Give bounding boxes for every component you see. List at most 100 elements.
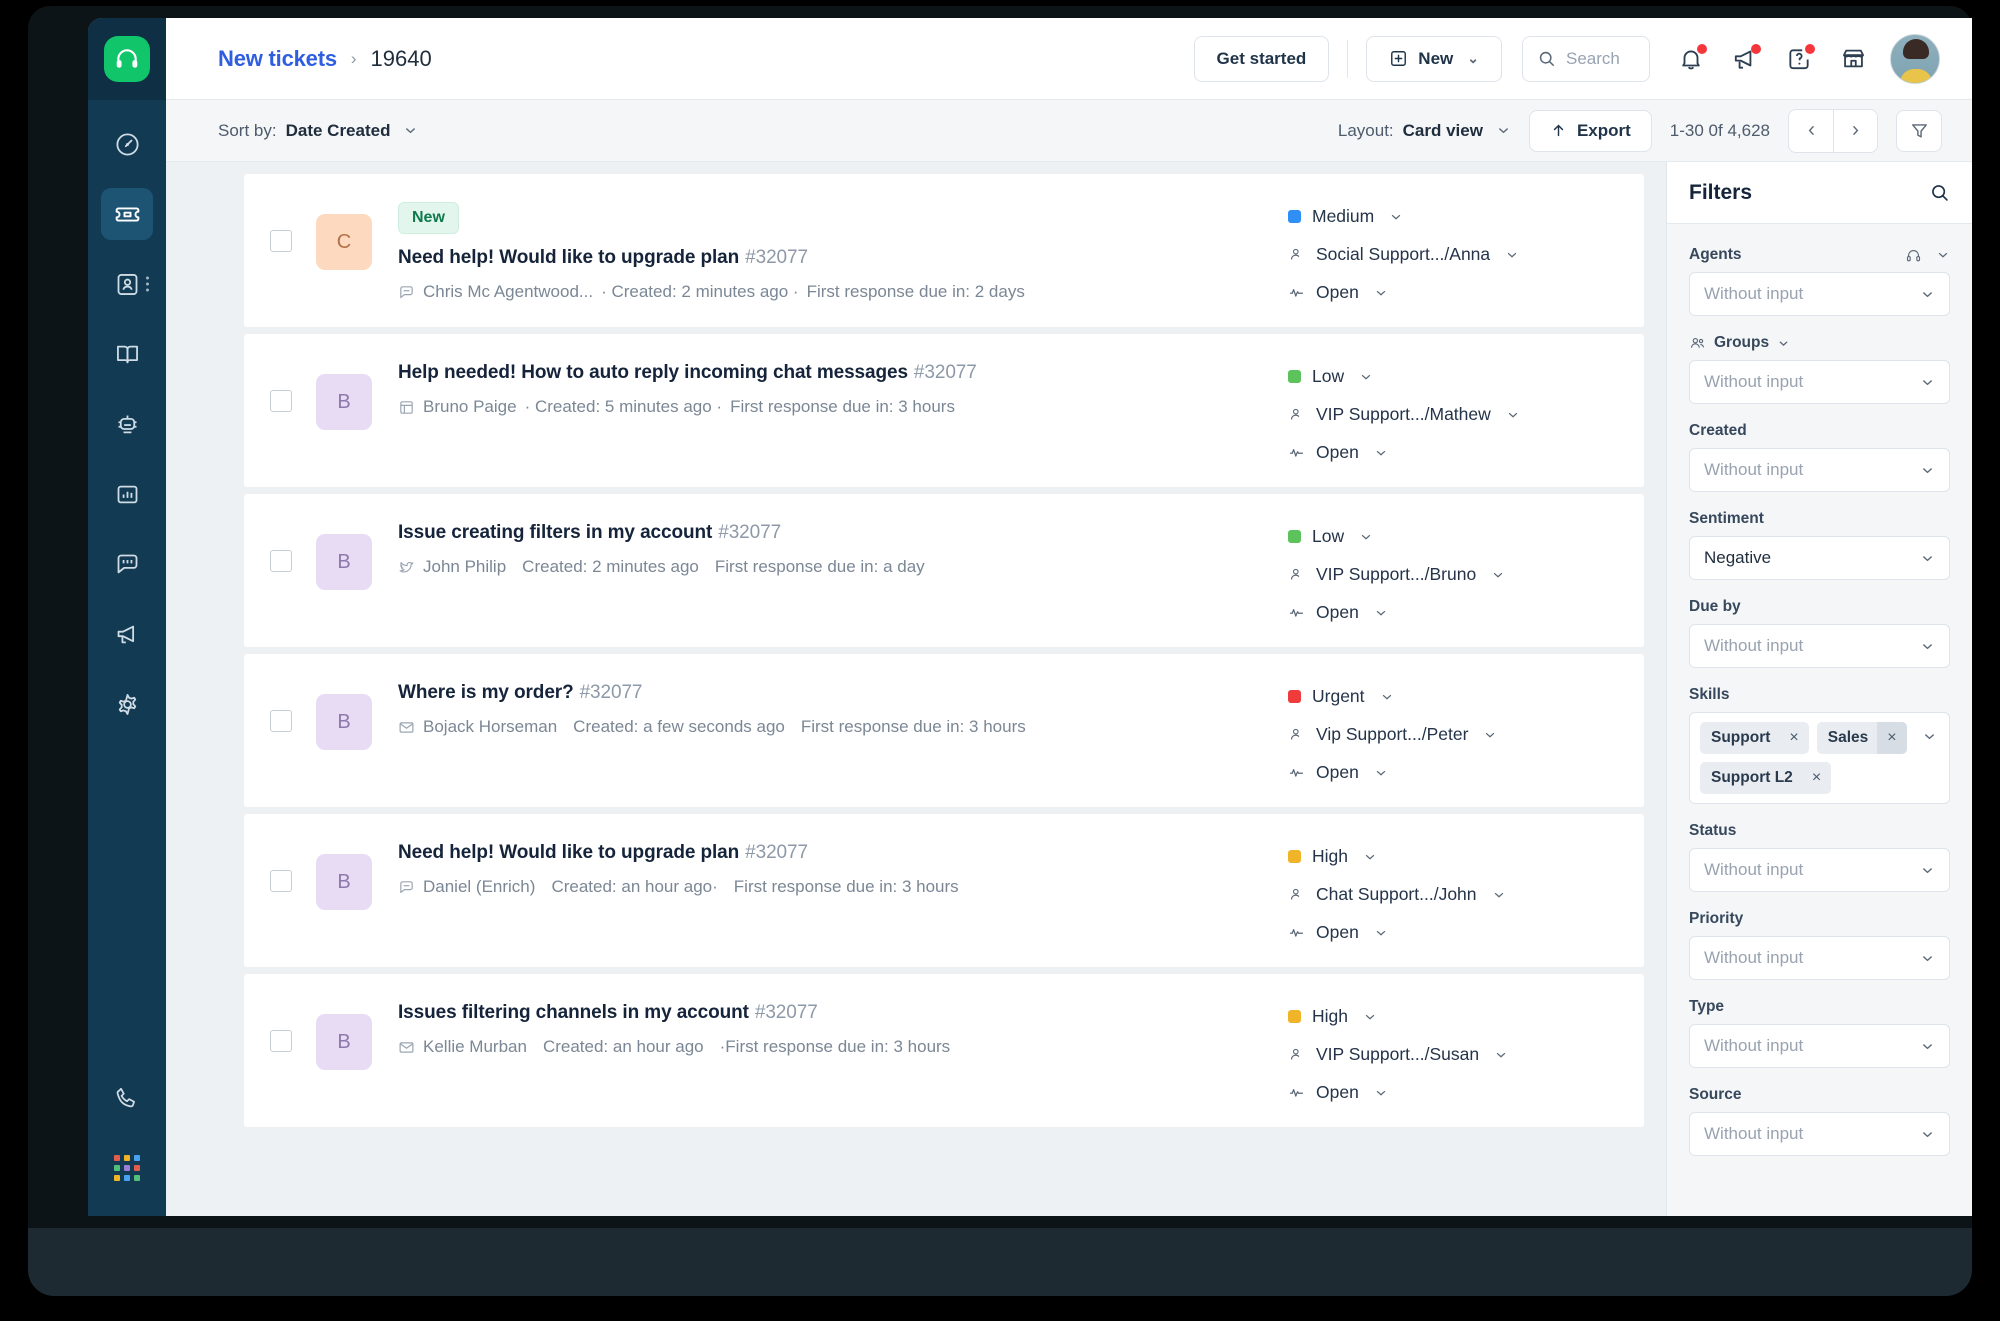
chevron-down-icon <box>1505 248 1519 262</box>
sidebar-item-settings[interactable] <box>101 678 153 730</box>
prev-page-button[interactable] <box>1789 110 1833 152</box>
ticket-checkbox[interactable] <box>270 390 292 412</box>
search-icon[interactable] <box>1929 182 1950 203</box>
priority-select[interactable]: Without input <box>1689 936 1950 980</box>
ticket-checkbox[interactable] <box>270 230 292 252</box>
priority-dropdown[interactable]: High <box>1288 846 1618 867</box>
sidebar-item-chat[interactable] <box>101 538 153 590</box>
breadcrumb-parent-link[interactable]: New tickets <box>218 46 337 72</box>
priority-dropdown[interactable]: High <box>1288 1006 1618 1027</box>
status-badge: New <box>398 202 459 234</box>
ticket-card[interactable]: B Where is my order? #32077 Bojack Horsem… <box>244 654 1644 807</box>
ticket-checkbox[interactable] <box>270 1030 292 1052</box>
sidebar-item-knowledge-base[interactable] <box>101 328 153 380</box>
sidebar-item-dashboard[interactable] <box>101 118 153 170</box>
sidebar-item-contacts[interactable] <box>101 258 153 310</box>
export-button[interactable]: Export <box>1528 109 1652 152</box>
ticket-checkbox[interactable] <box>270 550 292 572</box>
new-button[interactable]: New ⌄ <box>1366 35 1502 82</box>
ticket-subject[interactable]: Help needed! How to auto reply incoming … <box>398 362 1288 384</box>
status-dropdown[interactable]: Open <box>1288 442 1618 463</box>
status-select[interactable]: Without input <box>1689 848 1950 892</box>
chevron-down-icon[interactable] <box>1936 248 1950 262</box>
twitter-bird-icon <box>398 559 415 576</box>
created-select[interactable]: Without input <box>1689 448 1950 492</box>
assignee-dropdown[interactable]: VIP Support.../Susan <box>1288 1044 1618 1065</box>
search-placeholder: Search <box>1566 48 1620 68</box>
assignee-dropdown[interactable]: Vip Support.../Peter <box>1288 724 1618 745</box>
sort-by-dropdown[interactable]: Sort by: Date Created <box>218 121 418 141</box>
ticket-checkbox[interactable] <box>270 710 292 732</box>
list-toolbar: Sort by: Date Created Layout: Card view <box>166 100 1972 162</box>
skill-chip[interactable]: Support L2 × <box>1700 762 1832 794</box>
ticket-card[interactable]: B Need help! Would like to upgrade plan #… <box>244 814 1644 967</box>
sidebar-item-analytics[interactable] <box>101 468 153 520</box>
filter-group-status: Status Without input <box>1689 822 1950 892</box>
close-icon[interactable]: × <box>1779 722 1808 754</box>
groups-select[interactable]: Without input <box>1689 360 1950 404</box>
ticket-card[interactable]: B Issues filtering channels in my accoun… <box>244 974 1644 1127</box>
close-icon[interactable]: × <box>1877 722 1907 754</box>
ticket-subject[interactable]: Issues filtering channels in my account #… <box>398 1002 1288 1024</box>
status-dropdown[interactable]: Open <box>1288 922 1618 943</box>
ticket-checkbox[interactable] <box>270 870 292 892</box>
ticket-subject[interactable]: Issue creating filters in my account #320… <box>398 522 1288 544</box>
priority-dropdown[interactable]: Medium <box>1288 206 1618 227</box>
chevron-down-icon[interactable] <box>1777 337 1790 350</box>
assignee-dropdown[interactable]: VIP Support.../Bruno <box>1288 564 1618 585</box>
assignee-dropdown[interactable]: Chat Support.../John <box>1288 884 1618 905</box>
filter-label-status: Status <box>1689 822 1950 840</box>
headset-icon[interactable] <box>104 36 150 82</box>
sidebar-item-automations[interactable] <box>101 398 153 450</box>
sidebar-item-campaigns[interactable] <box>101 608 153 660</box>
sidebar-more-dots-icon[interactable] <box>146 276 149 292</box>
assignee-value: VIP Support.../Susan <box>1316 1044 1480 1064</box>
sidebar-item-phone[interactable] <box>101 1072 153 1124</box>
status-dropdown[interactable]: Open <box>1288 762 1618 783</box>
ticket-card[interactable]: B Help needed! How to auto reply incomin… <box>244 334 1644 487</box>
search-input[interactable]: Search <box>1522 35 1650 82</box>
sidebar-item-tickets[interactable] <box>101 188 153 240</box>
ticket-card[interactable]: B Issue creating filters in my account #3… <box>244 494 1644 647</box>
priority-dropdown[interactable]: Low <box>1288 366 1618 387</box>
status-value: Open <box>1316 762 1359 782</box>
assignee-value: VIP Support.../Bruno <box>1316 564 1477 584</box>
close-icon[interactable]: × <box>1802 762 1831 794</box>
status-dropdown[interactable]: Open <box>1288 282 1618 303</box>
get-started-button[interactable]: Get started <box>1193 35 1330 82</box>
status-dropdown[interactable]: Open <box>1288 602 1618 623</box>
funnel-icon[interactable] <box>1896 109 1942 152</box>
chevron-down-icon <box>1920 639 1935 654</box>
ticket-subject[interactable]: Need help! Would like to upgrade plan #32… <box>398 842 1288 864</box>
marketplace-store-icon[interactable] <box>1826 35 1880 83</box>
sidebar-item-apps[interactable] <box>101 1142 153 1194</box>
ticket-list[interactable]: C New Need help! Would like to upgrade p… <box>166 162 1666 1216</box>
assignee-dropdown[interactable]: Social Support.../Anna <box>1288 244 1618 265</box>
chevron-down-icon <box>1374 1086 1388 1100</box>
skills-multiselect[interactable]: Support × Sales × Support L2 × <box>1689 712 1950 804</box>
help-question-icon[interactable] <box>1772 35 1826 83</box>
layout-dropdown[interactable]: Layout: Card view <box>1338 121 1511 141</box>
chevron-down-icon <box>1920 1127 1935 1142</box>
assignee-dropdown[interactable]: VIP Support.../Mathew <box>1288 404 1618 425</box>
notifications-bell-icon[interactable] <box>1664 35 1718 83</box>
filter-group-agents: Agents Without input <box>1689 246 1950 316</box>
status-dropdown[interactable]: Open <box>1288 1082 1618 1103</box>
priority-dropdown[interactable]: Low <box>1288 526 1618 547</box>
ticket-subject[interactable]: Where is my order? #32077 <box>398 682 1288 704</box>
next-page-button[interactable] <box>1833 109 1877 152</box>
type-select[interactable]: Without input <box>1689 1024 1950 1068</box>
filters-title: Filters <box>1689 180 1753 204</box>
announcements-megaphone-icon[interactable] <box>1718 35 1772 83</box>
ticket-subject[interactable]: Need help! Would like to upgrade plan #32… <box>398 247 1288 269</box>
priority-dropdown[interactable]: Urgent <box>1288 686 1618 707</box>
source-select[interactable]: Without input <box>1689 1112 1950 1156</box>
user-avatar[interactable] <box>1890 33 1940 84</box>
sentiment-select[interactable]: Negative <box>1689 536 1950 580</box>
due-by-select[interactable]: Without input <box>1689 624 1950 668</box>
skill-chip[interactable]: Sales × <box>1816 722 1907 754</box>
ticket-card[interactable]: C New Need help! Would like to upgrade p… <box>244 174 1644 327</box>
skill-chip[interactable]: Support × <box>1700 722 1809 754</box>
agents-select[interactable]: Without input <box>1689 272 1950 316</box>
chevron-down-icon[interactable] <box>1922 729 1937 744</box>
